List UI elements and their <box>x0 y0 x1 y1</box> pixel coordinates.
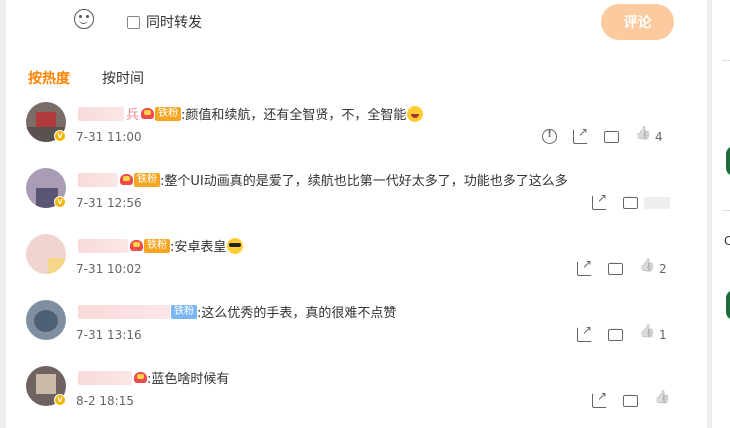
reply-button[interactable] <box>608 325 623 341</box>
username-blurred[interactable] <box>78 304 170 319</box>
crown-icon <box>120 174 133 185</box>
comment-time: 7-31 12:56 <box>76 196 142 210</box>
comment-icon <box>608 325 623 341</box>
avatar[interactable] <box>26 300 66 340</box>
fan-badge: 铁粉 <box>134 172 160 187</box>
username-blurred[interactable] <box>78 370 132 385</box>
reply-button[interactable] <box>604 127 619 143</box>
crown-icon <box>141 108 155 119</box>
reply-button[interactable] <box>623 193 670 209</box>
like-button[interactable]: 1 <box>639 327 667 342</box>
like-button[interactable]: 4 <box>635 129 663 144</box>
sort-tabs: 按热度 按时间 <box>28 68 176 88</box>
sidebar-text: C <box>724 234 730 248</box>
fan-badge: 铁粉 <box>155 106 182 121</box>
right-sidebar: C <box>712 0 730 428</box>
comment-icon <box>604 127 619 143</box>
share-icon <box>577 257 592 276</box>
report-button[interactable] <box>542 129 557 144</box>
laugh-emoji-icon <box>407 105 424 122</box>
cool-emoji-icon <box>227 237 244 254</box>
like-count: 4 <box>655 129 663 144</box>
like-icon <box>654 393 669 408</box>
tab-by-time[interactable]: 按时间 <box>102 68 144 88</box>
comment-time: 8-2 18:15 <box>76 394 134 408</box>
comment-composer: 同时转发 评论 <box>6 0 707 44</box>
crown-icon <box>134 372 147 383</box>
comment-text: :这么优秀的手表，真的很难不点赞 <box>197 306 397 321</box>
forward-label: 同时转发 <box>146 15 202 31</box>
verified-badge-icon: V <box>54 394 66 406</box>
share-button[interactable] <box>592 389 607 408</box>
like-icon <box>639 327 654 342</box>
sidebar-avatar[interactable] <box>726 146 730 176</box>
avatar[interactable] <box>26 234 66 274</box>
like-count: 1 <box>659 327 667 342</box>
comment-icon <box>623 193 638 209</box>
like-icon <box>635 129 650 144</box>
forward-checkbox[interactable] <box>127 15 140 29</box>
share-button[interactable] <box>592 191 607 210</box>
crown-icon <box>130 240 143 251</box>
reply-button[interactable] <box>623 391 638 407</box>
verified-badge-icon: V <box>54 130 66 142</box>
reply-button[interactable] <box>608 259 623 275</box>
username-suffix[interactable]: 兵 <box>126 104 139 123</box>
username-blurred[interactable] <box>78 106 124 121</box>
share-button[interactable] <box>577 257 592 276</box>
fan-badge: 铁粉 <box>144 238 170 253</box>
share-icon <box>577 323 592 342</box>
tab-by-hotness[interactable]: 按热度 <box>28 68 70 88</box>
reply-count-blurred <box>644 196 670 209</box>
post-comment-button[interactable]: 评论 <box>601 4 674 40</box>
username-blurred[interactable] <box>78 238 128 253</box>
comment-time: 7-31 11:00 <box>76 130 142 144</box>
comment-text: :安卓表皇 <box>170 240 227 255</box>
like-button[interactable] <box>654 393 669 408</box>
comment-icon <box>608 259 623 275</box>
verified-badge-icon: V <box>54 196 66 208</box>
forward-option[interactable]: 同时转发 <box>127 12 202 32</box>
comment-icon <box>623 391 638 407</box>
comment-text: :颜值和续航，还有全智贤，不，全智能 <box>181 108 407 123</box>
comment-text: :整个UI动画真的是爱了，续航也比第一代好太多了，功能也多了这么多 <box>160 174 568 189</box>
like-icon <box>639 261 654 276</box>
sidebar-avatar[interactable] <box>726 290 730 320</box>
emoji-picker-icon[interactable] <box>74 9 94 29</box>
share-button[interactable] <box>577 323 592 342</box>
fan-badge: 铁粉 <box>171 304 197 319</box>
like-count: 2 <box>659 261 667 276</box>
like-button[interactable]: 2 <box>639 261 667 276</box>
report-icon <box>542 129 557 144</box>
comment-text: :蓝色啥时候有 <box>147 372 230 387</box>
comment-time: 7-31 10:02 <box>76 262 142 276</box>
comment-time: 7-31 13:16 <box>76 328 142 342</box>
share-button[interactable] <box>573 125 588 144</box>
share-icon <box>592 191 607 210</box>
username-blurred[interactable] <box>78 172 118 187</box>
comment-panel: 同时转发 评论 按热度 按时间 V 兵 铁粉 :颜值和续航，还有全智贤，不，全智… <box>6 0 707 428</box>
share-icon <box>573 125 588 144</box>
share-icon <box>592 389 607 408</box>
